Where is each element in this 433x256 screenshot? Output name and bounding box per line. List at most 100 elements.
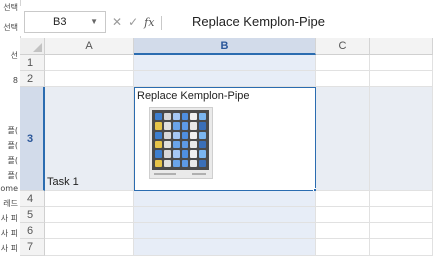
cell-c2[interactable] [316, 71, 370, 87]
thumbnail-tile [172, 131, 180, 139]
cell-b2[interactable] [134, 71, 316, 87]
name-box-value: B3 [53, 16, 67, 28]
thumbnail-tile [199, 159, 206, 167]
cell-a5[interactable] [45, 207, 134, 223]
thumbnail-tile [155, 150, 162, 158]
thumbnail-tile [181, 113, 189, 121]
cell-c7[interactable] [316, 239, 370, 256]
cell-d4[interactable] [370, 191, 433, 207]
column-header-a[interactable]: A [45, 38, 134, 55]
cell-c3[interactable] [316, 87, 370, 191]
formula-buttons: ✕ ✓ fx [112, 11, 168, 33]
thumbnail-tile [199, 122, 206, 130]
column-header-b[interactable]: B [134, 38, 316, 55]
desktop-thumbnail-icon [152, 110, 209, 170]
thumbnail-tile [199, 131, 206, 139]
cell-c4[interactable] [316, 191, 370, 207]
cancel-icon[interactable]: ✕ [112, 11, 122, 33]
chevron-down-icon[interactable]: ▼ [90, 12, 98, 32]
cell-b3-text: Replace Kemplon-Pipe [137, 90, 250, 102]
thumbnail-tile [181, 122, 189, 130]
cell-d3[interactable] [370, 87, 433, 191]
row-header-1[interactable]: 1 [20, 55, 45, 71]
left-panel-item[interactable]: 선택 [3, 22, 18, 33]
cell-b5[interactable] [134, 207, 316, 223]
thumbnail-tile [155, 141, 162, 149]
cell-d2[interactable] [370, 71, 433, 87]
spreadsheet-grid: A B C 1 2 3 4 5 6 7 Task 1 Replace Kempl… [20, 38, 433, 256]
cell-a3[interactable]: Task 1 [45, 87, 134, 191]
left-panel-item[interactable]: 레드 [3, 198, 18, 209]
thumbnail-tile [163, 150, 171, 158]
left-panel-item: 8 [12, 76, 18, 85]
function-icon[interactable]: fx [144, 12, 154, 34]
row-header-4[interactable]: 4 [20, 191, 45, 207]
thumbnail-tile [163, 159, 171, 167]
thumbnail-tile [163, 141, 171, 149]
thumbnail-tile [199, 141, 206, 149]
left-panel-item[interactable]: 플( [8, 155, 18, 166]
left-panel-item[interactable]: 플( [8, 140, 18, 151]
cell-d7[interactable] [370, 239, 433, 256]
row-header-2[interactable]: 2 [20, 71, 45, 87]
cell-a3-text: Task 1 [47, 176, 79, 188]
thumbnail-tile [199, 150, 206, 158]
cell-b3-active[interactable]: Replace Kemplon-Pipe [134, 87, 316, 191]
column-header-d[interactable] [370, 38, 433, 55]
name-box[interactable]: B3 ▼ [24, 11, 106, 33]
cell-c5[interactable] [316, 207, 370, 223]
row-header-7[interactable]: 7 [20, 239, 45, 256]
cell-a1[interactable] [45, 55, 134, 71]
left-panel-item[interactable]: 선택 [3, 2, 18, 13]
cell-c6[interactable] [316, 223, 370, 239]
row-header-5[interactable]: 5 [20, 207, 45, 223]
row-header-3[interactable]: 3 [20, 87, 45, 191]
cell-c1[interactable] [316, 55, 370, 71]
left-panel-item[interactable]: 플( [8, 170, 18, 181]
cell-b4[interactable] [134, 191, 316, 207]
cell-a7[interactable] [45, 239, 134, 256]
left-panel-item[interactable]: 선 [11, 50, 18, 61]
cell-b6[interactable] [134, 223, 316, 239]
thumbnail-tile [190, 131, 198, 139]
thumbnail-tile [181, 159, 189, 167]
formula-separator [161, 15, 163, 30]
thumbnail-tile [172, 150, 180, 158]
thumbnail-tile [172, 113, 180, 121]
thumbnail-tile [172, 122, 180, 130]
cell-b1[interactable] [134, 55, 316, 71]
thumbnail-tile [155, 122, 162, 130]
thumbnail-tile [190, 150, 198, 158]
thumbnail-tile [181, 150, 189, 158]
thumbnail-tile [181, 141, 189, 149]
left-panel-item[interactable]: 플( [8, 125, 18, 136]
embedded-screenshot-image[interactable] [149, 107, 213, 179]
cell-d5[interactable] [370, 207, 433, 223]
thumbnail-tile [190, 113, 198, 121]
left-panel-item[interactable]: 사 피 [1, 213, 18, 224]
thumbnail-tile [172, 141, 180, 149]
cell-d1[interactable] [370, 55, 433, 71]
cell-d6[interactable] [370, 223, 433, 239]
thumbnail-tile [190, 159, 198, 167]
formula-bar: B3 ▼ ✕ ✓ fx Replace Kemplon-Pipe [20, 6, 433, 36]
cell-b7[interactable] [134, 239, 316, 256]
thumbnail-caption [152, 172, 209, 177]
thumbnail-tile [163, 131, 171, 139]
left-panel-item[interactable]: 사 피 [1, 228, 18, 239]
left-side-panel: 선택 선택 선 8 플( 플( 플( 플( ome 레드 사 피 사 피 사 피 [0, 0, 21, 256]
cell-a2[interactable] [45, 71, 134, 87]
select-all-icon [33, 43, 42, 52]
thumbnail-tile [172, 159, 180, 167]
enter-icon[interactable]: ✓ [128, 11, 138, 33]
left-panel-item[interactable]: 사 피 [1, 243, 18, 254]
cell-a6[interactable] [45, 223, 134, 239]
column-header-c[interactable]: C [316, 38, 370, 55]
cell-a4[interactable] [45, 191, 134, 207]
formula-input[interactable]: Replace Kemplon-Pipe [192, 11, 325, 33]
thumbnail-tile [190, 141, 198, 149]
row-header-6[interactable]: 6 [20, 223, 45, 239]
thumbnail-tile [155, 159, 162, 167]
left-panel-item[interactable]: ome [0, 184, 18, 193]
select-all-corner[interactable] [20, 38, 45, 55]
